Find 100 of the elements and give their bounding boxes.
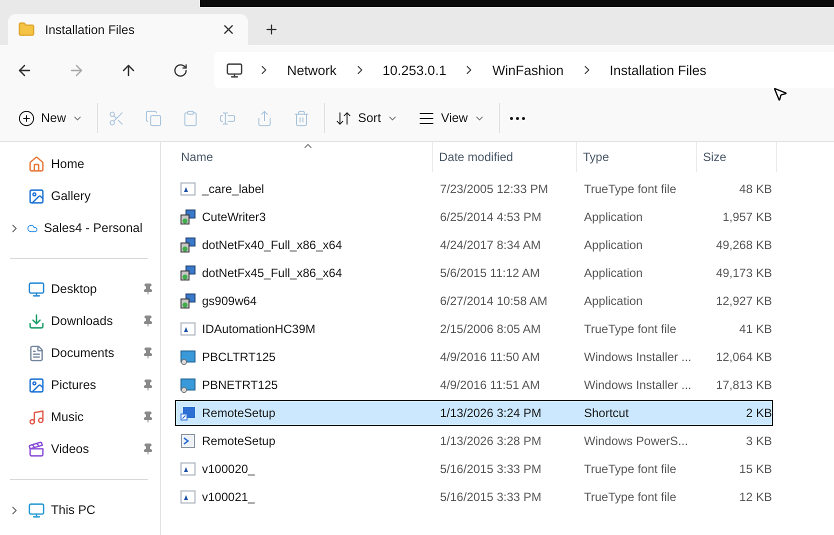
file-row[interactable]: v100021_ 5/16/2015 3:33 PM TrueType font file 12 KB: [175, 484, 773, 510]
new-button[interactable]: New: [16, 103, 86, 133]
shortcut-icon: [180, 405, 196, 421]
breadcrumb-item[interactable]: Installation Files: [608, 62, 708, 78]
delete-icon: [293, 110, 310, 126]
file-row[interactable]: PBCLTRT125 4/9/2016 11:50 AM Windows Installer ... 12,064 KB: [175, 344, 773, 370]
music-icon: [28, 408, 45, 426]
window-tab[interactable]: Installation Files: [8, 14, 248, 45]
pc-icon: [28, 502, 45, 518]
installer-app-icon: [180, 237, 196, 253]
sidebar-item[interactable]: This PC: [0, 494, 160, 526]
pictures-icon: [28, 376, 45, 394]
file-row[interactable]: gs909w64 6/27/2014 10:58 AM Application 12,927 KB: [175, 288, 773, 314]
font-file-icon: [180, 489, 196, 505]
breadcrumb-item[interactable]: Network: [285, 62, 339, 78]
home-icon: [28, 156, 45, 172]
column-header[interactable]: Name: [175, 142, 433, 172]
date-cell-text: 4/9/2016 11:50 AM: [439, 349, 541, 366]
sidebar-item[interactable]: Gallery: [0, 180, 160, 212]
copy-icon: [145, 110, 162, 126]
date-cell-text: 1/13/2026 3:24 PM: [439, 405, 542, 422]
file-row[interactable]: RemoteSetup 1/13/2026 3:28 PM Windows PowerS... 3 KB: [175, 428, 773, 454]
paste-icon: [182, 110, 200, 126]
file-name: v100020_: [202, 462, 255, 476]
desktop-icon: [28, 280, 45, 298]
view-button[interactable]: View: [416, 103, 487, 133]
type-cell-text: Application: [583, 209, 644, 226]
size-cell-text: 49,268 KB: [714, 237, 773, 254]
date-cell-text: 5/16/2015 3:33 PM: [439, 489, 542, 506]
size-cell-text: 48 KB: [738, 181, 773, 198]
cut-icon: [108, 110, 126, 126]
sort-button[interactable]: Sort: [333, 103, 400, 133]
type-cell-text: Application: [583, 293, 644, 310]
sidebar-item[interactable]: Home: [0, 148, 160, 180]
column-header[interactable]: Size: [697, 142, 777, 172]
installer-package-icon: [180, 377, 196, 393]
more-icon: [510, 116, 525, 120]
size-cell-text: 17,813 KB: [714, 377, 773, 394]
plus-icon: [264, 22, 278, 36]
file-row[interactable]: CuteWriter3 6/25/2014 4:53 PM Application 1,957 KB: [175, 204, 773, 230]
sidebar-item[interactable]: Desktop: [0, 273, 160, 305]
file-row[interactable]: v100020_ 5/16/2015 3:33 PM TrueType font file 15 KB: [175, 456, 773, 482]
size-cell-text: 12 KB: [738, 489, 773, 506]
file-name: v100021_: [202, 490, 255, 504]
column-header[interactable]: Type: [577, 142, 697, 172]
file-row[interactable]: dotNetFx40_Full_x86_x64 4/24/2017 8:34 AM Application 49,268 KB: [175, 232, 773, 258]
type-cell-text: TrueType font file: [583, 321, 678, 338]
font-file-icon: [180, 181, 196, 197]
address-bar[interactable]: Network 10.253.0.1 WinFashion Installation Files: [214, 52, 834, 88]
type-cell-text: Windows Installer ...: [583, 377, 692, 394]
sidebar-item[interactable]: Videos: [0, 433, 160, 465]
size-cell-text: 12,927 KB: [714, 293, 773, 310]
videos-icon: [28, 440, 45, 458]
breadcrumb-item[interactable]: WinFashion: [490, 62, 566, 78]
file-row[interactable]: PBNETRT125 4/9/2016 11:51 AM Windows Installer ... 17,813 KB: [175, 372, 773, 398]
file-name: PBNETRT125: [202, 378, 278, 392]
sidebar-item[interactable]: Documents: [0, 337, 160, 369]
sidebar-item[interactable]: Sales4 - Personal: [0, 212, 160, 244]
font-file-icon: [180, 321, 196, 337]
file-row[interactable]: dotNetFx45_Full_x86_x64 5/6/2015 11:12 AM Application 49,173 KB: [175, 260, 773, 286]
file-name: PBCLTRT125: [202, 350, 276, 364]
font-file-icon: [180, 461, 196, 477]
computer-icon: [226, 62, 243, 78]
installer-app-icon: [180, 209, 196, 225]
script-file-icon: [180, 433, 196, 449]
date-cell-text: 7/23/2005 12:33 PM: [439, 181, 550, 198]
file-name: dotNetFx45_Full_x86_x64: [202, 266, 342, 280]
size-cell-text: 41 KB: [738, 321, 773, 338]
type-cell-text: Application: [583, 265, 644, 282]
date-cell-text: 5/16/2015 3:33 PM: [439, 461, 542, 478]
sort-icon: [335, 110, 352, 126]
file-name: _care_label: [202, 182, 264, 196]
type-cell-text: Windows PowerS...: [583, 433, 690, 450]
rename-icon: [219, 110, 236, 126]
column-header[interactable]: Date modified: [433, 142, 577, 172]
size-cell-text: 2 KB: [744, 405, 773, 422]
refresh-icon: [172, 62, 188, 78]
file-name: RemoteSetup: [202, 434, 276, 448]
type-cell-text: Windows Installer ...: [583, 349, 692, 366]
type-cell-text: Application: [583, 237, 644, 254]
size-cell-text: 3 KB: [744, 433, 773, 450]
sidebar-item[interactable]: Music: [0, 401, 160, 433]
sidebar-item[interactable]: Pictures: [0, 369, 160, 401]
date-cell-text: 2/15/2006 8:05 AM: [439, 321, 542, 338]
file-row[interactable]: _care_label 7/23/2005 12:33 PM TrueType font file 48 KB: [175, 176, 773, 202]
gallery-icon: [28, 188, 45, 204]
date-cell-text: 6/27/2014 10:58 AM: [439, 293, 548, 310]
date-cell-text: 4/24/2017 8:34 AM: [439, 237, 542, 254]
breadcrumb-item[interactable]: 10.253.0.1: [380, 62, 448, 78]
file-name: dotNetFx40_Full_x86_x64: [202, 238, 342, 252]
file-row[interactable]: IDAutomationHC39M 2/15/2006 8:05 AM TrueType font file 41 KB: [175, 316, 773, 342]
sidebar-item[interactable]: Downloads: [0, 305, 160, 337]
type-cell-text: Shortcut: [583, 405, 630, 422]
file-name: gs909w64: [202, 294, 257, 308]
date-cell-text: 1/13/2026 3:28 PM: [439, 433, 542, 450]
date-cell-text: 6/25/2014 4:53 PM: [439, 209, 542, 226]
size-cell-text: 12,064 KB: [714, 349, 773, 366]
file-name: RemoteSetup: [202, 406, 276, 420]
installer-app-icon: [180, 265, 196, 281]
file-row[interactable]: RemoteSetup 1/13/2026 3:24 PM Shortcut 2 KB: [175, 400, 773, 426]
